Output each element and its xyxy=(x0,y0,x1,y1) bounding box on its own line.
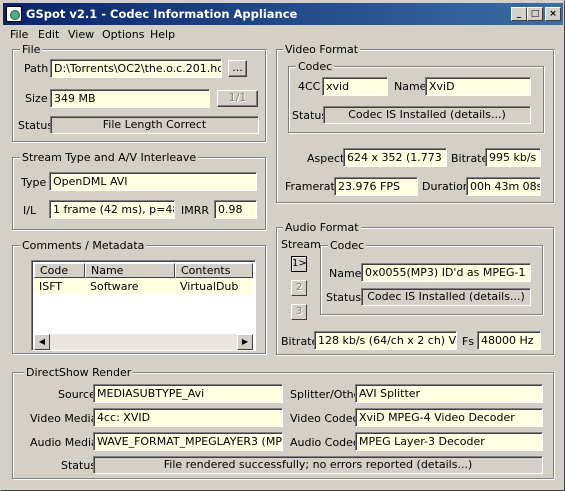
stream-label: Stream xyxy=(281,238,321,251)
stream-group xyxy=(12,157,266,230)
part-button[interactable]: 1/1 xyxy=(217,90,258,107)
il-label: I/L xyxy=(23,204,37,217)
metadata-list[interactable]: Code Name Contents ISFT Software Virtual… xyxy=(31,260,256,351)
audio-codec-label-ds: Audio Codec xyxy=(290,436,359,449)
stream-group-label: Stream Type and A/V Interleave xyxy=(20,151,199,164)
directshow-group-label: DirectShow Render xyxy=(24,366,134,379)
comments-group-label: Comments / Metadata xyxy=(20,239,147,252)
audio-name-field[interactable]: 0x0055(MP3) ID'd as MPEG-1 Lay xyxy=(361,263,531,282)
fourcc-label: 4CC xyxy=(298,80,321,93)
horizontal-scrollbar[interactable] xyxy=(50,334,237,350)
video-codec-label: Codec xyxy=(296,60,335,73)
audio-codec-status[interactable]: Codec IS Installed (details...) xyxy=(361,288,531,306)
path-label: Path xyxy=(24,62,49,75)
video-bitrate-field[interactable]: 995 kb/s xyxy=(485,148,541,167)
render-status-bar[interactable]: File rendered successfully; no errors re… xyxy=(93,456,543,474)
aspect-field[interactable]: 624 x 352 (1.773 : xyxy=(343,148,447,167)
audio-codec-field[interactable]: MPEG Layer-3 Decoder xyxy=(355,432,543,451)
scroll-left-icon[interactable]: ◀ xyxy=(34,334,50,350)
render-status-label: Status xyxy=(61,459,97,472)
audio-stream-1-button[interactable]: 1> xyxy=(291,256,307,272)
source-label: Source xyxy=(58,388,96,401)
fourcc-field[interactable]: xvid xyxy=(322,77,388,96)
column-header-contents[interactable]: Contents xyxy=(175,263,253,278)
aspect-label: Aspect xyxy=(307,152,345,165)
fs-label: Fs xyxy=(462,335,475,348)
il-field[interactable]: 1 frame (42 ms), p=480 xyxy=(49,200,175,219)
row-name: Software xyxy=(90,280,139,293)
audio-status-label: Status xyxy=(326,291,362,304)
row-contents: VirtualDub xyxy=(180,280,239,293)
video-codec-status[interactable]: Codec IS Installed (details...) xyxy=(323,106,531,124)
size-field[interactable]: 349 MB xyxy=(50,89,210,108)
path-field[interactable]: D:\Torrents\OC2\the.o.c.201.hd xyxy=(50,59,222,78)
audio-name-label: Name xyxy=(329,267,362,280)
menu-view[interactable]: View xyxy=(68,28,94,41)
close-button[interactable]: × xyxy=(545,7,561,21)
menu-help[interactable]: Help xyxy=(150,28,175,41)
size-label: Size xyxy=(25,92,48,105)
file-status-bar[interactable]: File Length Correct xyxy=(50,116,259,134)
menu-options[interactable]: Options xyxy=(102,28,144,41)
splitter-field[interactable]: AVI Splitter xyxy=(355,384,543,403)
menu-file[interactable]: File xyxy=(10,28,28,41)
video-codec-label-ds: Video Codec xyxy=(290,412,359,425)
menu-edit[interactable]: Edit xyxy=(38,28,59,41)
duration-label: Duration xyxy=(422,180,470,193)
imrr-field[interactable]: 0.98 xyxy=(214,200,257,219)
menu-bar: File Edit View Options Help xyxy=(3,26,563,44)
video-media-field[interactable]: 4cc: XVID xyxy=(93,408,283,427)
maximize-button[interactable]: □ xyxy=(527,7,543,21)
audio-bitrate-label: Bitrate xyxy=(281,335,319,348)
source-field[interactable]: MEDIASUBTYPE_Avi xyxy=(93,384,283,403)
audio-group-label: Audio Format xyxy=(283,221,361,234)
framerate-field[interactable]: 23.976 FPS xyxy=(334,177,418,196)
fs-field[interactable]: 48000 Hz xyxy=(477,331,541,350)
browse-button[interactable]: ... xyxy=(228,60,247,77)
audio-bitrate-field[interactable]: 128 kb/s (64/ch x 2 ch) VBR xyxy=(314,331,457,350)
video-name-field[interactable]: XviD xyxy=(425,77,531,96)
file-group-label: File xyxy=(20,43,43,56)
audio-codec-label: Codec xyxy=(328,239,367,252)
minimize-button[interactable]: _ xyxy=(511,7,527,21)
video-codec-field[interactable]: XviD MPEG-4 Video Decoder xyxy=(355,408,543,427)
video-media-label: Video Media xyxy=(30,412,98,425)
column-header-name[interactable]: Name xyxy=(85,263,175,278)
app-icon xyxy=(6,6,22,22)
type-label: Type xyxy=(21,176,47,189)
gspot-window: GSpot v2.1 - Codec Information Appliance… xyxy=(0,0,565,491)
video-status-label: Status xyxy=(292,109,328,122)
table-row[interactable]: ISFT Software VirtualDub xyxy=(34,278,253,294)
video-name-label: Name xyxy=(394,80,427,93)
bitrate-label: Bitrate xyxy=(451,152,489,165)
window-title: GSpot v2.1 - Codec Information Appliance xyxy=(26,7,298,21)
audio-media-field[interactable]: WAVE_FORMAT_MPEGLAYER3 (MP xyxy=(93,432,283,451)
imrr-label: IMRR xyxy=(181,204,210,217)
title-bar[interactable]: GSpot v2.1 - Codec Information Appliance… xyxy=(3,3,563,25)
type-field[interactable]: OpenDML AVI xyxy=(49,172,257,191)
audio-stream-2-button[interactable]: 2 xyxy=(291,280,307,296)
video-group-label: Video Format xyxy=(283,43,361,56)
file-status-label: Status xyxy=(18,119,54,132)
column-header-code[interactable]: Code xyxy=(34,263,85,278)
scroll-right-icon[interactable]: ▶ xyxy=(237,334,253,350)
audio-media-label: Audio Media xyxy=(30,436,98,449)
row-code: ISFT xyxy=(39,280,63,293)
splitter-label: Splitter/Other xyxy=(290,388,365,401)
audio-stream-3-button[interactable]: 3 xyxy=(291,304,307,320)
duration-field[interactable]: 00h 43m 08s xyxy=(466,177,541,196)
